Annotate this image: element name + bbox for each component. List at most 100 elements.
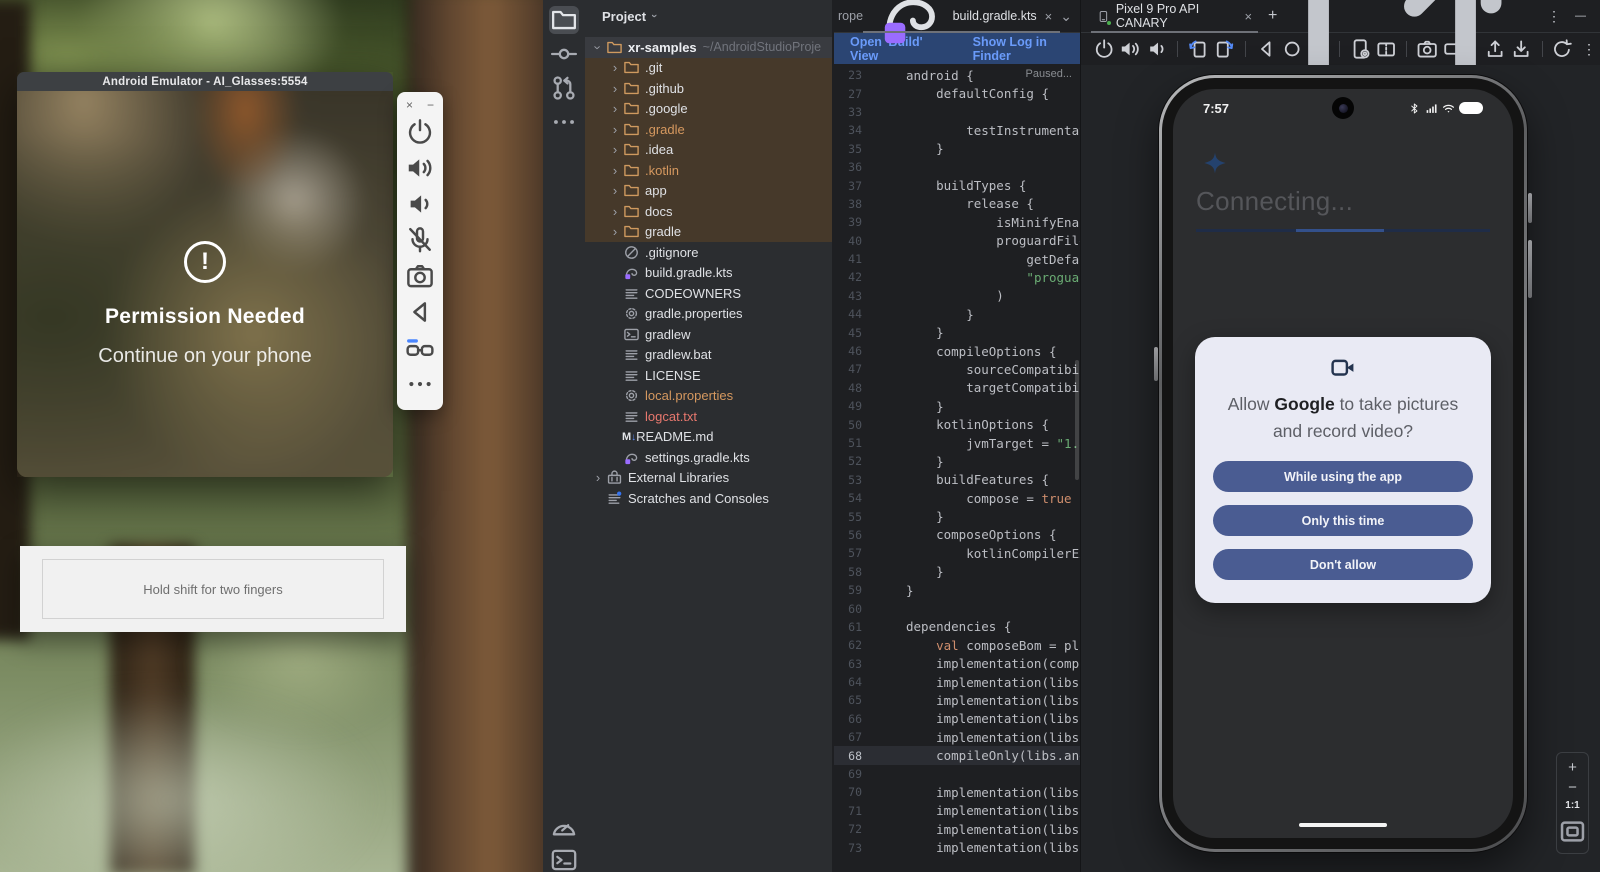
hide-panel-icon[interactable]: — xyxy=(1575,10,1586,22)
tool-window-stripe xyxy=(543,0,585,872)
rotate-left-icon[interactable] xyxy=(1187,37,1209,61)
tree-file-CODEOWNERS[interactable]: CODEOWNERS xyxy=(585,283,832,304)
stripe-profiler-button[interactable] xyxy=(549,814,579,842)
code-line-48: 48 targetCompatibility xyxy=(834,379,1080,397)
volume-up-icon[interactable] xyxy=(1119,37,1141,61)
tree-file-settings.gradle.kts[interactable]: settings.gradle.kts xyxy=(585,447,832,468)
tree-file-gradlew.bat[interactable]: gradlew.bat xyxy=(585,345,832,366)
more-horizontal-icon[interactable] xyxy=(405,366,435,402)
tree-folder-.git[interactable]: › .git xyxy=(585,58,832,79)
line-number: 64 xyxy=(834,675,862,689)
line-number: 68 xyxy=(834,749,862,763)
tree-file-LICENSE[interactable]: LICENSE xyxy=(585,365,832,386)
volume-down-icon[interactable] xyxy=(1146,37,1168,61)
fit-screen-icon[interactable] xyxy=(1557,816,1588,847)
permission-dialog: Allow Google to take pictures and record… xyxy=(1195,337,1491,603)
volume-up-icon[interactable] xyxy=(405,150,435,186)
stripe-pull-requests-button[interactable] xyxy=(549,74,579,102)
permission-subtitle: Continue on your phone xyxy=(98,345,312,368)
chevron-down-icon[interactable]: › xyxy=(591,40,606,54)
zoom-out-button[interactable]: − xyxy=(1568,780,1577,795)
tree-folder-.kotlin[interactable]: › .kotlin xyxy=(585,160,832,181)
emulator-titlebar: Android Emulator - AI_Glasses:5554 xyxy=(17,72,393,91)
code-editor-area[interactable]: 23 android {Paused... 27 defaultConfig {… xyxy=(834,64,1080,872)
chevron-right-icon[interactable]: › xyxy=(608,101,622,116)
code-line-66: 66 implementation(libs.andr xyxy=(834,710,1080,728)
tab-list-chevron-icon[interactable]: ⌄ xyxy=(1060,8,1072,25)
phone-screen[interactable]: 7:57 Connecting... Allow Google to take … xyxy=(1173,89,1513,838)
tab-pixel-9-pro[interactable]: Pixel 9 Pro API CANARY × xyxy=(1091,0,1258,32)
chevron-right-icon[interactable]: › xyxy=(608,142,622,157)
tree-folder-.github[interactable]: › .github xyxy=(585,78,832,99)
code-line-56: 56 composeOptions { xyxy=(834,526,1080,544)
new-device-tab-icon[interactable]: + xyxy=(1268,7,1277,25)
power-icon[interactable] xyxy=(1093,37,1115,61)
minimize-icon[interactable]: − xyxy=(427,98,434,112)
stripe-more-horizontal-button[interactable] xyxy=(549,108,579,136)
show-log-link[interactable]: Show Log in Finder xyxy=(973,35,1080,63)
rotate-right-icon[interactable] xyxy=(1213,37,1235,61)
project-root-icon xyxy=(606,39,623,56)
editor-scrollbar[interactable] xyxy=(1075,360,1079,480)
back-triangle-icon[interactable] xyxy=(405,294,435,330)
folder-icon xyxy=(623,59,640,76)
project-panel-header[interactable]: Project › xyxy=(585,0,832,32)
chevron-right-icon[interactable]: › xyxy=(608,183,622,198)
chevron-right-icon[interactable]: › xyxy=(608,204,622,219)
zoom-ratio-button[interactable]: 1:1 xyxy=(1565,800,1579,811)
close-icon[interactable]: × xyxy=(406,98,413,112)
dont-allow-button[interactable]: Don't allow xyxy=(1213,549,1473,580)
mic-off-icon[interactable] xyxy=(405,222,435,258)
line-number: 42 xyxy=(834,270,862,284)
power-icon[interactable] xyxy=(405,114,435,150)
tree-file-logcat.txt[interactable]: logcat.txt xyxy=(585,406,832,427)
tree-file-gradlew[interactable]: gradlew xyxy=(585,324,832,345)
nav-back-icon[interactable] xyxy=(1255,37,1277,61)
chevron-right-icon[interactable]: › xyxy=(591,470,605,485)
chevron-right-icon[interactable]: › xyxy=(608,60,622,75)
gesture-bar[interactable] xyxy=(1299,823,1387,828)
stripe-terminal-button[interactable] xyxy=(549,846,579,872)
tree-file-local.properties[interactable]: local.properties xyxy=(585,386,832,407)
close-device-tab-icon[interactable]: × xyxy=(1244,9,1252,24)
chevron-right-icon[interactable]: › xyxy=(608,122,622,137)
textfile-icon xyxy=(623,408,640,425)
close-tab-icon[interactable]: × xyxy=(1045,9,1053,24)
tree-root-xr-samples[interactable]: › xr-samples~/AndroidStudioProje xyxy=(585,37,832,58)
glasses-icon[interactable] xyxy=(405,330,435,366)
panel-options-icon[interactable]: ⋮ xyxy=(1547,8,1561,25)
tree-folder-gradle[interactable]: › gradle xyxy=(585,222,832,243)
stripe-project-folder-button[interactable] xyxy=(549,6,579,34)
emulator-display[interactable]: ! Permission Needed Continue on your pho… xyxy=(17,91,393,477)
tab-build-gradle-kts[interactable]: build.gradle.kts × xyxy=(863,0,1060,32)
tree-file-gradle.properties[interactable]: gradle.properties xyxy=(585,304,832,325)
code-line-49: 49 } xyxy=(834,397,1080,415)
line-number: 54 xyxy=(834,491,862,505)
tree-folder-docs[interactable]: › docs xyxy=(585,201,832,222)
line-number: 63 xyxy=(834,657,862,671)
only-this-time-button[interactable]: Only this time xyxy=(1213,505,1473,536)
phone-volume-button xyxy=(1528,240,1532,298)
tab-gradle-properties[interactable]: roperties xyxy=(834,0,863,32)
tree-folder-.google[interactable]: › .google xyxy=(585,99,832,120)
tree-folder-.gradle[interactable]: › .gradle xyxy=(585,119,832,140)
tree-file-.gitignore[interactable]: .gitignore xyxy=(585,242,832,263)
stripe-commit-button[interactable] xyxy=(549,40,579,68)
tree-file-README.md[interactable]: M↓ README.md xyxy=(585,427,832,448)
tree-file-build.gradle.kts[interactable]: build.gradle.kts xyxy=(585,263,832,284)
tree-item-scratches-and-consoles[interactable]: Scratches and Consoles xyxy=(585,488,832,509)
chevron-right-icon[interactable]: › xyxy=(608,81,622,96)
phone-connected-icon xyxy=(1097,9,1110,24)
volume-down-icon[interactable] xyxy=(405,186,435,222)
tree-folder-.idea[interactable]: › .idea xyxy=(585,140,832,161)
zoom-in-button[interactable]: + xyxy=(1568,760,1577,775)
tree-folder-app[interactable]: › app xyxy=(585,181,832,202)
code-line-35: 35 } xyxy=(834,140,1080,158)
chevron-right-icon[interactable]: › xyxy=(608,224,622,239)
libraries-icon xyxy=(606,469,623,486)
camera-icon[interactable] xyxy=(405,258,435,294)
while-using-app-button[interactable]: While using the app xyxy=(1213,461,1473,492)
chevron-right-icon[interactable]: › xyxy=(608,163,622,178)
tree-item-external-libraries[interactable]: › External Libraries xyxy=(585,468,832,489)
line-number: 71 xyxy=(834,804,862,818)
